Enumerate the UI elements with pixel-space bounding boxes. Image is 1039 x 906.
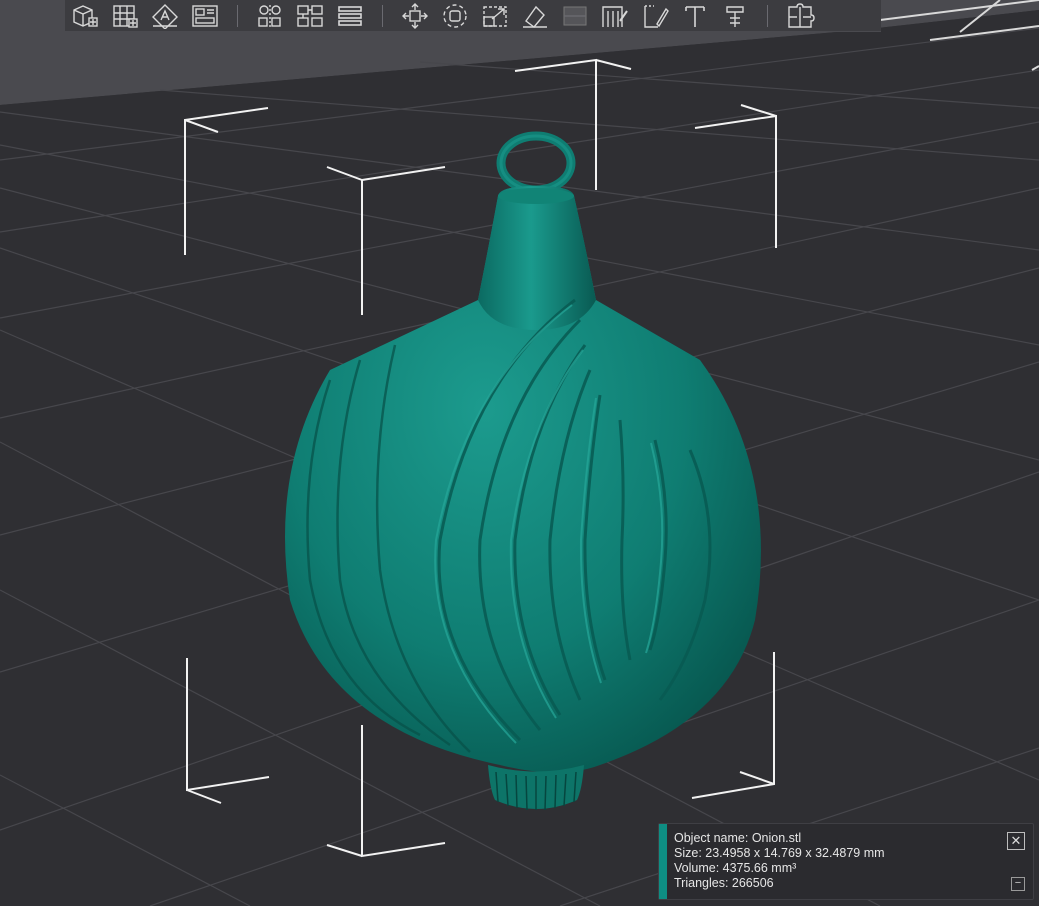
add-object-icon[interactable] (65, 0, 105, 31)
seam-paint-icon[interactable] (635, 0, 675, 31)
measure-icon[interactable] (715, 0, 755, 31)
assembly-icon[interactable] (780, 0, 820, 31)
toolbar-separator (382, 4, 383, 27)
info-accent-bar (659, 824, 667, 899)
text-emboss-icon[interactable] (675, 0, 715, 31)
object-info-panel: Object name: Onion.stl Size: 23.4958 x 1… (658, 823, 1034, 900)
scale-icon[interactable] (475, 0, 515, 31)
object-name: Object name: Onion.stl (674, 831, 802, 845)
plate-layout-icon[interactable] (185, 0, 225, 31)
object-size: Size: 23.4958 x 14.769 x 32.4879 mm (674, 846, 885, 860)
close-icon[interactable]: ✕ (1007, 832, 1025, 850)
lay-on-face-icon[interactable] (515, 0, 555, 31)
cut-icon[interactable] (555, 0, 595, 31)
arrange-grid-icon[interactable] (105, 0, 145, 31)
collapse-icon[interactable]: − (1011, 877, 1025, 891)
rotate-icon[interactable] (435, 0, 475, 31)
move-icon[interactable] (395, 0, 435, 31)
auto-orient-icon[interactable] (145, 0, 185, 31)
layers-icon[interactable] (330, 0, 370, 31)
3d-viewport[interactable] (0, 0, 1039, 906)
object-triangles: Triangles: 266506 (674, 876, 774, 890)
toolbar-separator (237, 4, 238, 27)
toolbar-separator (767, 4, 768, 27)
top-toolbar (65, 0, 881, 32)
split-parts-icon[interactable] (290, 0, 330, 31)
split-objects-icon[interactable] (250, 0, 290, 31)
object-volume: Volume: 4375.66 mm³ (674, 861, 797, 875)
support-paint-icon[interactable] (595, 0, 635, 31)
